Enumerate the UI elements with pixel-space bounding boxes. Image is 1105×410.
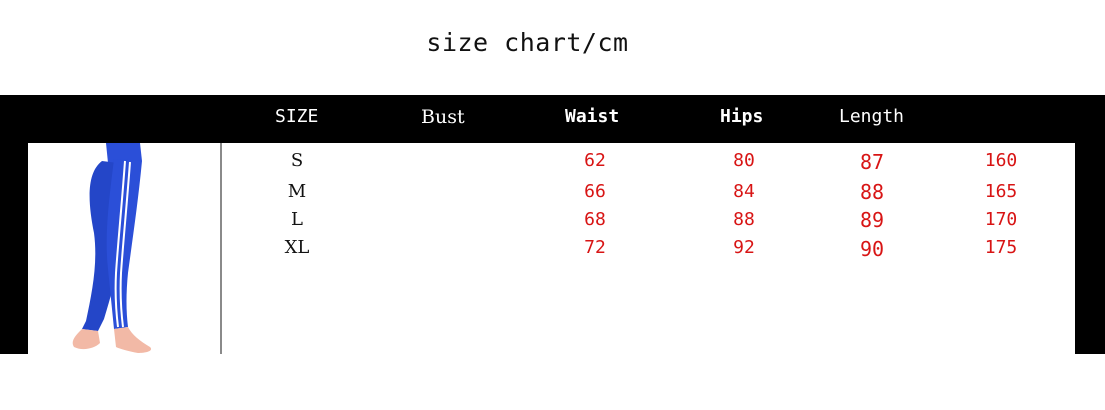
cell-size: L	[291, 209, 303, 230]
product-photo	[28, 143, 220, 354]
cell-value: 80	[733, 150, 755, 171]
cell-value: 165	[984, 181, 1018, 202]
header-size: SIZE	[275, 106, 319, 127]
cell-size: XL	[284, 237, 310, 258]
cell-value: 175	[984, 237, 1018, 258]
size-chart-title: size chart/cm	[426, 28, 629, 57]
cell-value: 160	[984, 150, 1018, 171]
table-header-bar	[0, 95, 1105, 143]
cell-size: M	[287, 181, 307, 202]
cell-value: 87	[859, 150, 885, 174]
frame-left-border	[0, 143, 28, 354]
leggings-image	[72, 143, 152, 353]
cell-value: 90	[859, 237, 885, 261]
cell-value: 88	[859, 180, 885, 204]
cell-value: 92	[733, 237, 755, 258]
cell-value: 68	[584, 209, 606, 230]
header-waist: Waist	[565, 106, 620, 127]
cell-value: 62	[584, 150, 606, 171]
column-divider	[220, 143, 222, 354]
header-bust: Bust	[421, 106, 465, 128]
cell-value: 89	[859, 208, 885, 232]
header-hips: Hips	[720, 106, 764, 127]
cell-value: 84	[733, 181, 755, 202]
cell-size: S	[290, 150, 304, 171]
frame-right-border	[1075, 143, 1105, 354]
cell-value: 66	[584, 181, 606, 202]
cell-value: 88	[733, 209, 755, 230]
cell-value: 72	[584, 237, 606, 258]
header-length: Length	[839, 106, 905, 127]
cell-value: 170	[984, 209, 1018, 230]
